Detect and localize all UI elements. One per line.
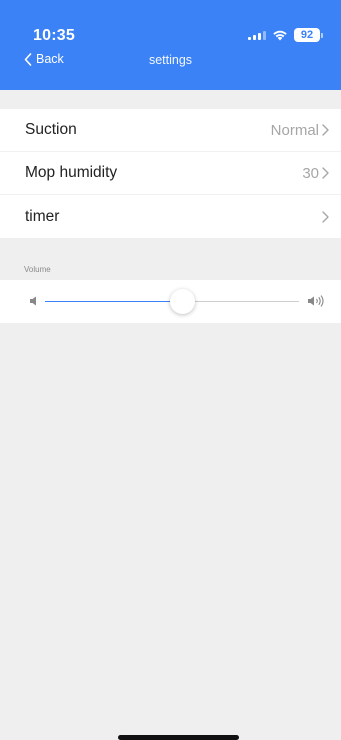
cellular-signal-icon — [248, 30, 266, 40]
volume-low-icon — [30, 296, 36, 306]
home-indicator — [118, 735, 239, 740]
setting-label: Mop humidity — [25, 164, 118, 181]
setting-suction[interactable]: Suction Normal — [0, 109, 341, 152]
volume-slider[interactable] — [45, 280, 299, 323]
setting-value: 30 — [302, 164, 319, 182]
chevron-right-icon — [322, 167, 329, 179]
slider-thumb[interactable] — [170, 289, 196, 314]
setting-timer[interactable]: timer — [0, 195, 341, 238]
battery-icon: 92 — [294, 28, 323, 42]
header-bar: 10:35 92 Back settings — [0, 0, 341, 90]
battery-level: 92 — [294, 28, 320, 42]
volume-high-icon — [308, 295, 324, 307]
settings-list: Suction Normal Mop humidity 30 timer — [0, 109, 341, 238]
setting-label: timer — [25, 207, 60, 225]
wifi-icon — [273, 30, 287, 41]
setting-mop-humidity[interactable]: Mop humidity 30 — [0, 152, 341, 195]
setting-value: Normal — [270, 121, 319, 139]
chevron-right-icon — [322, 210, 329, 223]
volume-section-label: Volume — [24, 265, 51, 274]
status-icons: 92 — [248, 27, 323, 43]
volume-row — [0, 280, 341, 323]
setting-label: Suction — [25, 121, 77, 138]
chevron-right-icon — [322, 124, 329, 136]
status-time: 10:35 — [33, 27, 75, 44]
page-title: settings — [148, 53, 193, 67]
slider-fill — [45, 301, 183, 302]
